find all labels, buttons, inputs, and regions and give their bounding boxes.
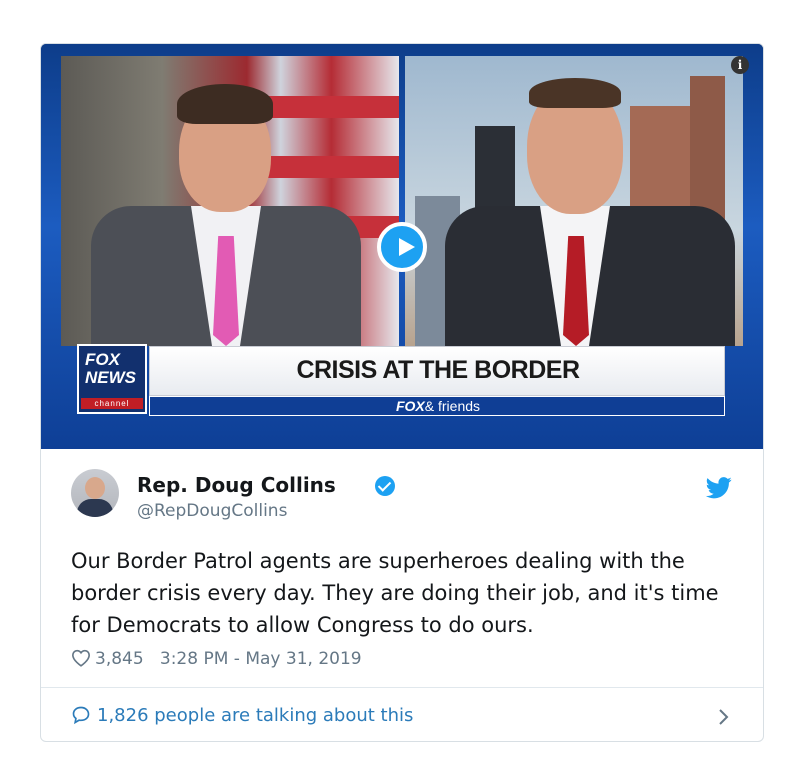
info-icon[interactable]: i — [731, 56, 749, 74]
host-video-panel — [61, 56, 399, 346]
tweet-body: Rep. Doug Collins @RepDougCollins Our Bo… — [41, 449, 763, 741]
conversation-link[interactable]: 1,826 people are talking about this — [71, 705, 413, 726]
fox-news-logo: FOX NEWS channel — [77, 344, 147, 414]
host-hair — [177, 84, 273, 124]
play-icon[interactable] — [377, 222, 427, 272]
headline-banner: CRISIS AT THE BORDER — [149, 346, 725, 396]
show-bar: FOX& friends — [149, 396, 725, 416]
news-lower-third: FOX NEWS channel CRISIS AT THE BORDER FO… — [77, 344, 725, 418]
avatar[interactable] — [71, 469, 119, 517]
video-thumbnail[interactable]: i FOX NEWS channel CRISIS AT THE BORDER … — [41, 44, 763, 449]
verified-badge-icon — [375, 476, 395, 496]
heart-icon[interactable] — [71, 649, 91, 667]
author-handle[interactable]: @RepDougCollins — [137, 501, 287, 521]
show-name: & friends — [424, 398, 481, 414]
comment-bubble-icon — [72, 706, 90, 725]
divider — [41, 687, 763, 688]
chevron-right-icon[interactable] — [713, 707, 733, 727]
like-count[interactable]: 3,845 — [95, 649, 144, 669]
tweet-meta: 3,845 3:28 PM - May 31, 2019 — [71, 649, 362, 669]
author-name[interactable]: Rep. Doug Collins — [137, 473, 336, 497]
tweet-timestamp[interactable]: 3:28 PM - May 31, 2019 — [160, 649, 362, 669]
twitter-bird-icon[interactable] — [705, 477, 733, 499]
show-brand: FOX — [395, 398, 425, 414]
conversation-text[interactable]: 1,826 people are talking about this — [97, 705, 413, 726]
headline-text: CRISIS AT THE BORDER — [296, 356, 580, 384]
guest-video-panel — [405, 56, 743, 346]
guest-hair — [529, 78, 621, 108]
tweet-embed-card[interactable]: i FOX NEWS channel CRISIS AT THE BORDER … — [40, 43, 764, 742]
tweet-text: Our Border Patrol agents are superheroes… — [71, 549, 719, 637]
